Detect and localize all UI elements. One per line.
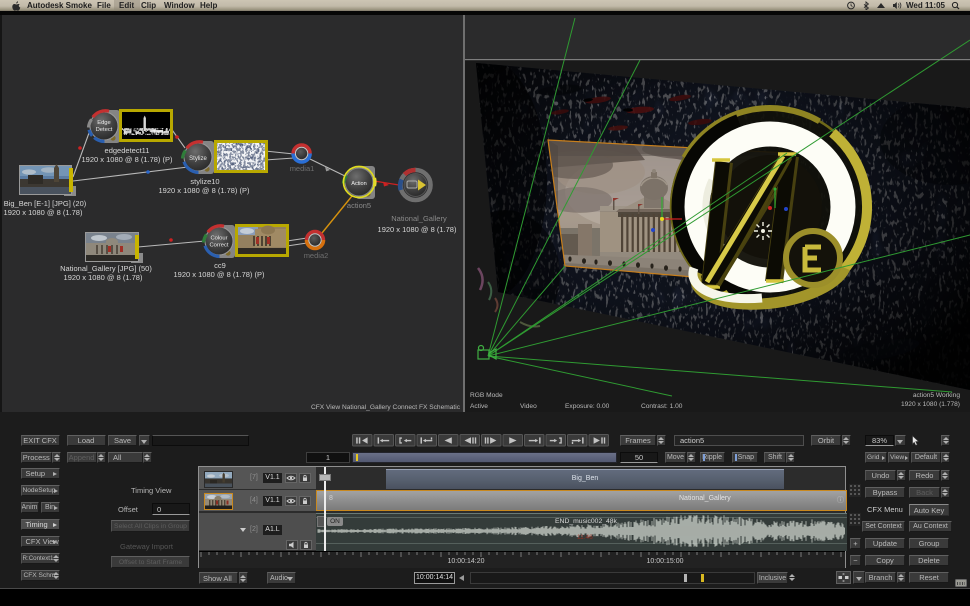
svg-text:1920 x 1080 @ 8 (1.78) (P): 1920 x 1080 @ 8 (1.78) (P) [82,155,173,164]
svg-text:Video: Video [520,403,537,410]
svg-text:Colour: Colour [210,236,227,242]
svg-text:10:00:15:00: 10:00:15:00 [647,558,684,565]
svg-text:Detect: Detect [96,127,113,133]
svg-text:RGB Mode: RGB Mode [470,392,503,399]
svg-text:10:00:14:20: 10:00:14:20 [448,558,485,565]
svg-text:Stylize: Stylize [189,156,207,162]
svg-text:media1: media1 [290,164,315,173]
svg-text:1920 x 1080 @ 8 (1.78) (P): 1920 x 1080 @ 8 (1.78) (P) [174,270,265,279]
svg-text:action5: action5 [347,201,371,210]
svg-text:Contrast: 1.00: Contrast: 1.00 [641,403,683,410]
svg-text:Edge: Edge [97,120,111,126]
svg-text:action5 Working: action5 Working [913,392,960,399]
svg-text:National_Gallery [JPG] (50): National_Gallery [JPG] (50) [60,264,152,273]
svg-text:1920 x 1080 @ 8 (1.78): 1920 x 1080 @ 8 (1.78) [378,225,457,234]
svg-text:National_Gallery: National_Gallery [391,214,447,223]
svg-text:CFX View National_Gallery Conn: CFX View National_Gallery Connect FX Sch… [311,404,461,411]
svg-text:Correct: Correct [209,243,228,249]
svg-text:Big_Ben [E-1] [JPG] (20): Big_Ben [E-1] [JPG] (20) [4,199,87,208]
svg-text:Action: Action [351,181,367,187]
svg-text:cc9: cc9 [214,261,226,270]
svg-text:stylize10: stylize10 [190,177,219,186]
svg-text:1920 x 1080 @ 8 (1.78) (P): 1920 x 1080 @ 8 (1.78) (P) [159,186,250,195]
svg-text:1920 x 1080 @ 8 (1.78): 1920 x 1080 @ 8 (1.78) [4,208,83,217]
svg-text:Active: Active [470,403,488,410]
svg-text:1920 x 1080 @ 8 (1.78): 1920 x 1080 @ 8 (1.78) [64,273,143,282]
svg-text:media2: media2 [304,251,329,260]
svg-text:1920 x 1080 (1.778): 1920 x 1080 (1.778) [901,401,960,408]
svg-text:edgedetect11: edgedetect11 [105,146,150,155]
svg-text:Exposure: 0.00: Exposure: 0.00 [565,403,610,410]
